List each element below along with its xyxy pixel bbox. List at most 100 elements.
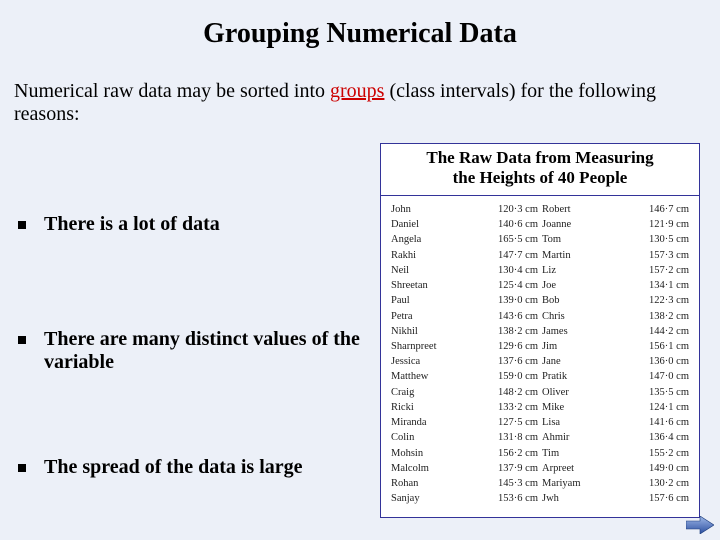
entry-value: 156·1 cm xyxy=(647,339,689,354)
raw-data-entry: Lisa141·6 cm xyxy=(542,415,689,430)
raw-data-entry: Nikhil 138·2 cm xyxy=(391,324,538,339)
entry-value: 148·2 cm xyxy=(496,385,538,400)
raw-data-entry: Tim155·2 cm xyxy=(542,446,689,461)
entry-name: Angela xyxy=(391,232,425,247)
bullet-square-icon xyxy=(18,464,26,472)
raw-data-entry: Angela 165·5 cm xyxy=(391,232,538,247)
raw-data-entry: Mike124·1 cm xyxy=(542,400,689,415)
entry-name: Paul xyxy=(391,293,414,308)
raw-data-entry: Joanne121·9 cm xyxy=(542,217,689,232)
raw-data-entry: Joe 134·1 cm xyxy=(542,278,689,293)
entry-value: 138·2 cm xyxy=(496,324,538,339)
raw-data-entry: Pratik 147·0 cm xyxy=(542,369,689,384)
entry-name: Jane xyxy=(542,354,565,369)
entry-value: 146·7 cm xyxy=(647,202,689,217)
raw-data-entry: John 120·3 cm xyxy=(391,202,538,217)
entry-value: 149·0 cm xyxy=(647,461,689,476)
intro-pre: Numerical raw data may be sorted into xyxy=(14,80,330,102)
entry-value: 155·2 cm xyxy=(647,446,689,461)
raw-data-entry: Oliver 135·5 cm xyxy=(542,385,689,400)
entry-value: 130·5 cm xyxy=(647,232,689,247)
raw-data-panel: John 120·3 cm Daniel 140·6 cm Angela 165·5 cm… xyxy=(380,195,700,518)
raw-data-entry: Jim156·1 cm xyxy=(542,339,689,354)
entry-name: Liz xyxy=(542,263,560,278)
raw-data-entry: Rakhi 147·7 cm xyxy=(391,248,538,263)
entry-value: 135·5 cm xyxy=(647,385,689,400)
bullet-1-text: There is a lot of data xyxy=(44,213,220,236)
raw-data-entry: Paul 139·0 cm xyxy=(391,293,538,308)
entry-value: 120·3 cm xyxy=(496,202,538,217)
raw-data-entry: Liz157·2 cm xyxy=(542,263,689,278)
raw-data-col-right: Robert146·7 cmJoanne121·9 cmTom130·5 cmM… xyxy=(542,202,689,513)
raw-data-entry: Jwh 157·6 cm xyxy=(542,491,689,506)
raw-data-entry: Shreetan125·4 cm xyxy=(391,278,538,293)
entry-name: Miranda xyxy=(391,415,431,430)
entry-name: John xyxy=(391,202,415,217)
entry-value: 136·4 cm xyxy=(647,430,689,445)
raw-data-entry: Mohsin 156·2 cm xyxy=(391,446,538,461)
entry-value: 156·2 cm xyxy=(496,446,538,461)
entry-name: Pratik xyxy=(542,369,571,384)
raw-data-header-line1: The Raw Data from Measuring xyxy=(426,148,653,167)
entry-value: 136·0 cm xyxy=(647,354,689,369)
entry-name: Malcolm xyxy=(391,461,433,476)
entry-name: Rakhi xyxy=(391,248,420,263)
intro-keyword: groups xyxy=(330,80,384,102)
entry-name: Daniel xyxy=(391,217,423,232)
entry-value: 134·1 cm xyxy=(647,278,689,293)
slide-title: Grouping Numerical Data xyxy=(0,18,720,50)
entry-name: Ricki xyxy=(391,400,418,415)
entry-name: Colin xyxy=(391,430,418,445)
entry-name: Tom xyxy=(542,232,565,247)
raw-data-header: The Raw Data from Measuring the Heights … xyxy=(380,143,700,197)
raw-data-header-line2: the Heights of 40 People xyxy=(453,168,628,187)
entry-value: 143·6 cm xyxy=(496,309,538,324)
entry-value: 127·5 cm xyxy=(496,415,538,430)
raw-data-entry: Martin157·3 cm xyxy=(542,248,689,263)
entry-name: Jwh xyxy=(542,491,563,506)
slide: Grouping Numerical Data Numerical raw da… xyxy=(0,0,720,540)
entry-value: 124·1 cm xyxy=(647,400,689,415)
raw-data-entry: Bob122·3 cm xyxy=(542,293,689,308)
entry-name: Shreetan xyxy=(391,278,432,293)
raw-data-entry: Chris138·2 cm xyxy=(542,309,689,324)
raw-data-entry: Craig 148·2 cm xyxy=(391,385,538,400)
entry-value: 145·3 cm xyxy=(496,476,538,491)
raw-data-entry: Petra143·6 cm xyxy=(391,309,538,324)
raw-data-entry: Rohan145·3 cm xyxy=(391,476,538,491)
entry-name: Joe xyxy=(542,278,560,293)
entry-name: James xyxy=(542,324,572,339)
entry-name: Sharnpreet xyxy=(391,339,440,354)
entry-name: Jessica xyxy=(391,354,424,369)
entry-value: 147·7 cm xyxy=(496,248,538,263)
entry-value: 140·6 cm xyxy=(496,217,538,232)
entry-name: Nikhil xyxy=(391,324,422,339)
entry-value: 131·8 cm xyxy=(496,430,538,445)
entry-value: 144·2 cm xyxy=(647,324,689,339)
entry-name: Bob xyxy=(542,293,564,308)
entry-name: Sanjay xyxy=(391,491,424,506)
entry-value: 130·4 cm xyxy=(496,263,538,278)
entry-name: Robert xyxy=(542,202,575,217)
raw-data-entry: Robert 146·7 cm xyxy=(542,202,689,217)
raw-data-col-left: John 120·3 cm Daniel 140·6 cm Angela 165·5 cm… xyxy=(391,202,538,513)
entry-value: 137·9 cm xyxy=(496,461,538,476)
entry-name: Neil xyxy=(391,263,413,278)
entry-value: 165·5 cm xyxy=(496,232,538,247)
entry-name: Craig xyxy=(391,385,418,400)
entry-value: 157·6 cm xyxy=(647,491,689,506)
entry-name: Mohsin xyxy=(391,446,427,461)
next-slide-button[interactable] xyxy=(686,516,714,534)
intro-text: Numerical raw data may be sorted into gr… xyxy=(14,80,708,126)
bullet-3: The spread of the data is large xyxy=(18,456,378,479)
entry-value: 139·0 cm xyxy=(496,293,538,308)
raw-data-entry: Tom 130·5 cm xyxy=(542,232,689,247)
entry-name: Oliver xyxy=(542,385,573,400)
raw-data-entry: James 144·2 cm xyxy=(542,324,689,339)
raw-data-entry: Miranda 127·5 cm xyxy=(391,415,538,430)
raw-data-entry: Jane 136·0 cm xyxy=(542,354,689,369)
raw-data-entry: Sharnpreet129·6 cm xyxy=(391,339,538,354)
raw-data-entry: Neil 130·4 cm xyxy=(391,263,538,278)
entry-value: 147·0 cm xyxy=(647,369,689,384)
entry-value: 138·2 cm xyxy=(647,309,689,324)
